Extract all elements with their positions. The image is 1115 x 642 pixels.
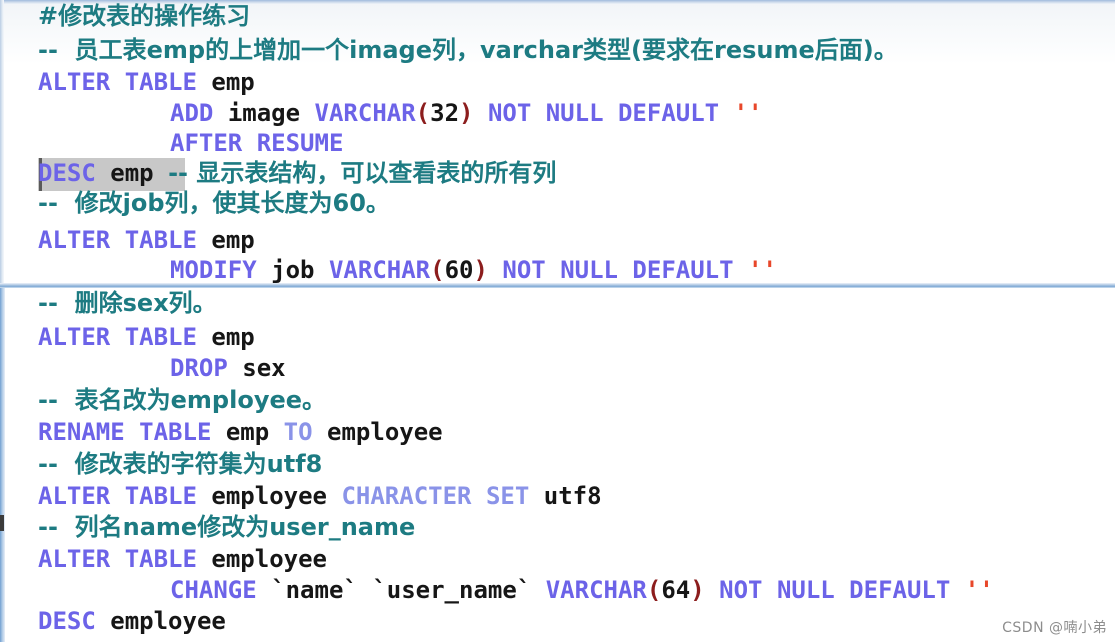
keyword-alter: ALTER — [38, 482, 111, 510]
code-line-11[interactable]: ALTER TABLE emp — [38, 323, 255, 351]
screenshot-root: #修改表的操作练习 -- 员工表emp的上增加一个image列，varchar类… — [0, 0, 1115, 642]
comment-dash: -- — [38, 513, 58, 541]
code-line-20[interactable]: DESC employee — [38, 607, 226, 635]
code-line-4[interactable]: ADD image VARCHAR(32) NOT NULL DEFAULT '… — [170, 99, 762, 127]
identifier-user-name-quoted: `user_name` — [372, 576, 532, 604]
code-line-3[interactable]: ALTER TABLE emp — [38, 68, 255, 96]
keyword-alter: ALTER — [38, 226, 111, 254]
identifier-employee: employee — [110, 607, 226, 635]
keyword-desc: DESC — [38, 607, 96, 635]
identifier-emp: emp — [211, 226, 255, 254]
comment-text: 员工表emp的上增加一个image列，varchar类型(要求在resume后面… — [74, 36, 898, 64]
identifier-image: image — [227, 99, 301, 127]
identifier-emp: emp — [225, 418, 270, 446]
paren-close: ) — [690, 576, 705, 604]
keyword-table: TABLE — [124, 323, 197, 351]
comment-dash: -- — [38, 189, 58, 217]
identifier-emp: emp — [211, 68, 255, 96]
string-literal-empty: '' — [964, 576, 994, 604]
string-literal-empty: '' — [733, 99, 763, 127]
comment-title: #修改表的操作练习 — [38, 2, 251, 30]
identifier-emp-selected: emp — [110, 159, 154, 187]
type-size: 60 — [444, 256, 474, 284]
keyword-rename: RENAME — [38, 418, 125, 446]
sql-code-editor[interactable]: #修改表的操作练习 -- 员工表emp的上增加一个image列，varchar类… — [0, 0, 1115, 642]
keyword-alter: ALTER — [38, 545, 111, 573]
code-line-7[interactable]: -- 修改job列，使其长度为60。 — [38, 189, 390, 217]
code-line-15[interactable]: -- 修改表的字符集为utf8 — [38, 450, 322, 478]
keyword-drop: DROP — [170, 354, 228, 382]
type-varchar: VARCHAR — [545, 576, 647, 604]
keyword-alter: ALTER — [38, 68, 111, 96]
csdn-watermark: CSDN @喃小弟 — [1002, 620, 1107, 636]
identifier-job: job — [271, 256, 315, 284]
comment-text: 显示表结构，可以查看表的所有列 — [196, 159, 557, 187]
string-literal-empty: '' — [748, 256, 777, 284]
keyword-add: ADD — [170, 99, 214, 127]
keyword-alter: ALTER — [38, 323, 111, 351]
paren-close: ) — [459, 99, 474, 127]
identifier-employee: employee — [211, 545, 327, 573]
keyword-desc: DESC — [38, 159, 96, 187]
keyword-not-null-default: NOT NULL DEFAULT — [502, 256, 734, 284]
code-line-16[interactable]: ALTER TABLE employee CHARACTER SET utf8 — [38, 482, 602, 510]
identifier-name-quoted: `name` — [271, 576, 358, 604]
code-line-14[interactable]: RENAME TABLE emp TO employee — [38, 418, 443, 446]
comment-text: 列名name修改为user_name — [74, 513, 416, 541]
identifier-employee: employee — [327, 418, 443, 446]
keyword-table: TABLE — [124, 226, 197, 254]
comment-dash: -- — [168, 159, 188, 187]
keyword-table: TABLE — [124, 482, 197, 510]
type-varchar: VARCHAR — [314, 99, 416, 127]
keyword-table: TABLE — [124, 68, 197, 96]
code-line-17[interactable]: -- 列名name修改为user_name — [38, 513, 415, 541]
keyword-character-set: CHARACTER SET — [341, 482, 530, 510]
keyword-change: CHANGE — [170, 576, 257, 604]
identifier-utf8: utf8 — [543, 482, 602, 510]
code-line-1[interactable]: #修改表的操作练习 — [38, 2, 250, 30]
keyword-after: AFTER — [170, 129, 243, 157]
keyword-not-null-default: NOT NULL DEFAULT — [487, 99, 720, 127]
comment-dash: -- — [38, 289, 58, 317]
code-line-9[interactable]: MODIFY job VARCHAR(60) NOT NULL DEFAULT … — [170, 256, 777, 284]
keyword-modify: MODIFY — [170, 256, 257, 284]
code-line-6[interactable]: DESC emp -- 显示表结构，可以查看表的所有列 — [38, 159, 556, 187]
comment-text: 表名改为employee。 — [74, 386, 327, 414]
paren-close: ) — [473, 256, 488, 284]
comment-dash: -- — [38, 386, 58, 414]
type-size: 64 — [661, 576, 691, 604]
code-line-19[interactable]: CHANGE `name` `user_name` VARCHAR(64) NO… — [170, 576, 994, 604]
keyword-to: TO — [283, 418, 313, 446]
code-line-2[interactable]: -- 员工表emp的上增加一个image列，varchar类型(要求在resum… — [38, 36, 898, 64]
identifier-emp: emp — [211, 323, 255, 351]
code-line-12[interactable]: DROP sex — [170, 354, 286, 382]
paren-open: ( — [415, 99, 431, 127]
comment-text: 修改表的字符集为utf8 — [74, 450, 323, 478]
code-line-10[interactable]: -- 删除sex列。 — [38, 289, 217, 317]
code-line-8[interactable]: ALTER TABLE emp — [38, 226, 255, 254]
code-line-18[interactable]: ALTER TABLE employee — [38, 545, 327, 573]
identifier-employee: employee — [211, 482, 327, 510]
keyword-table: TABLE — [139, 418, 212, 446]
keyword-table: TABLE — [124, 545, 197, 573]
code-line-13[interactable]: -- 表名改为employee。 — [38, 386, 326, 414]
comment-dash: -- — [38, 450, 58, 478]
keyword-not-null-default: NOT NULL DEFAULT — [719, 576, 951, 604]
paren-open: ( — [430, 256, 445, 284]
comment-text: 删除sex列。 — [74, 289, 217, 317]
type-varchar: VARCHAR — [328, 256, 431, 284]
code-line-5[interactable]: AFTER RESUME — [170, 129, 343, 157]
type-size: 32 — [430, 99, 460, 127]
comment-text: 修改job列，使其长度为60。 — [74, 189, 390, 217]
comment-dash: -- — [38, 36, 58, 64]
identifier-sex: sex — [242, 354, 286, 382]
identifier-resume: RESUME — [256, 129, 344, 157]
paren-open: ( — [646, 576, 662, 604]
